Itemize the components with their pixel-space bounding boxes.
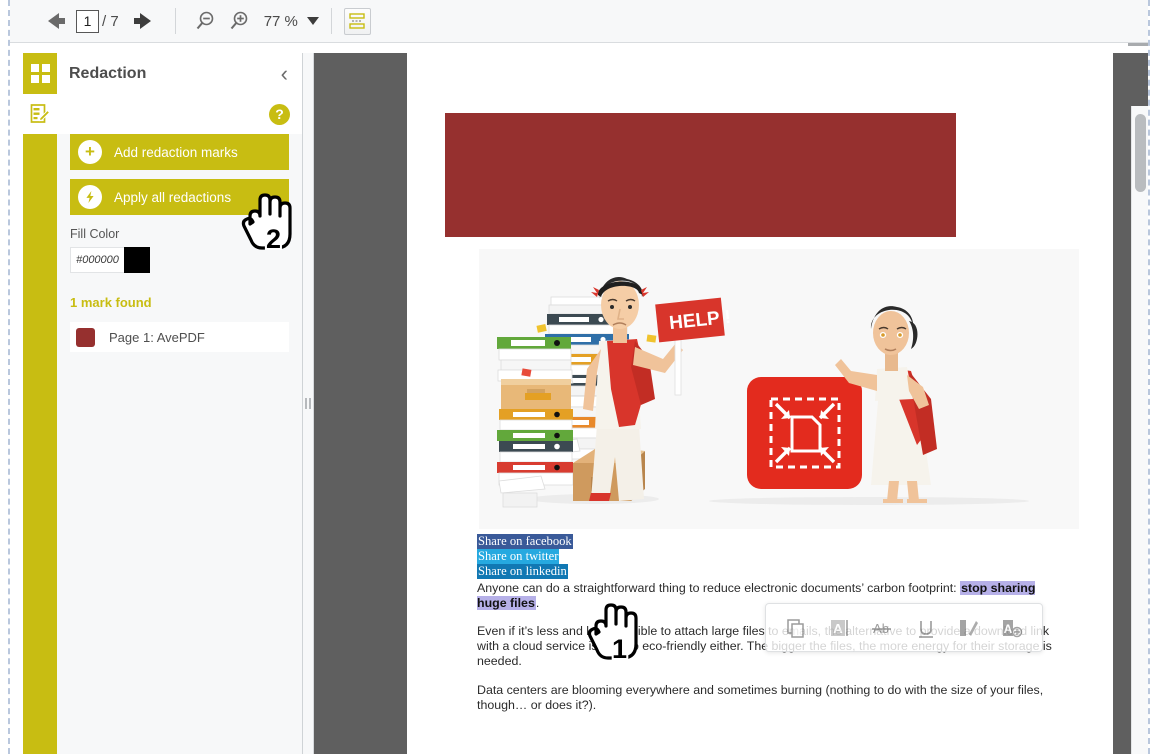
rail-background — [23, 134, 57, 754]
scrollbar-thumb[interactable] — [1135, 114, 1146, 192]
underline-icon[interactable] — [908, 610, 944, 646]
copy-icon[interactable] — [778, 610, 814, 646]
toolbar-divider-1 — [174, 8, 176, 34]
bolt-circle-icon — [78, 185, 102, 209]
help-icon[interactable]: ? — [269, 103, 290, 125]
zoom-level-label[interactable]: 77 % — [264, 13, 298, 30]
scrollbar-top-nub — [1128, 43, 1148, 46]
plus-circle-icon: + — [78, 140, 102, 164]
mark-label: Page 1: AvePDF — [109, 329, 205, 345]
capture-edge-right — [1148, 0, 1150, 754]
magnifier-plus-icon — [230, 11, 247, 30]
page-total-label: / 7 — [102, 12, 119, 30]
apply-all-redactions-button[interactable]: Apply all redactions — [70, 179, 289, 215]
fill-color-value[interactable]: #000000 — [70, 247, 124, 273]
share-links: Share on facebook Share on twitter Share… — [477, 534, 1057, 580]
panel-help-row: ? — [57, 94, 302, 134]
add-redaction-marks-button[interactable]: + Add redaction marks — [70, 134, 289, 170]
app-root: / 7 — [0, 0, 1166, 754]
text-annotation-toolbar[interactable]: A Ab A — [765, 603, 1043, 652]
viewer-toolbar: / 7 — [10, 0, 1148, 43]
redaction-mark[interactable] — [445, 113, 956, 237]
zoom-group: 77 % — [188, 6, 319, 36]
fill-color-swatch[interactable] — [124, 247, 150, 273]
redaction-document-icon — [30, 104, 51, 123]
splitter-grip-icon — [305, 398, 311, 409]
toolbar-divider-2 — [330, 8, 332, 34]
add-redaction-marks-label: Add redaction marks — [114, 144, 238, 160]
mark-color-swatch — [76, 327, 95, 347]
chevron-down-icon[interactable] — [306, 17, 319, 25]
document-illustration: HELP ! — [479, 249, 1079, 529]
grid-icon — [30, 64, 50, 83]
svg-text:A: A — [833, 621, 843, 636]
apply-all-redactions-label: Apply all redactions — [114, 189, 232, 205]
share-twitter-link[interactable]: Share on twitter — [477, 549, 560, 564]
collapse-panel-button[interactable]: ‹ — [281, 62, 288, 85]
previous-page-button[interactable] — [36, 6, 70, 36]
panel-splitter[interactable] — [303, 53, 314, 754]
share-linkedin-link[interactable]: Share on linkedin — [477, 564, 568, 579]
pdf-viewer[interactable]: HELP ! Share on facebook Share on twitte… — [314, 53, 1148, 754]
magnifier-minus-icon — [196, 11, 213, 30]
fill-color-label: Fill Color — [70, 227, 120, 241]
zoom-out-button[interactable] — [188, 6, 222, 36]
squiggly-icon[interactable] — [951, 610, 987, 646]
paragraph-3: Data centers are blooming everywhere and… — [477, 682, 1044, 712]
illustration-svg: HELP ! — [479, 249, 1079, 529]
pdf-page-1[interactable]: HELP ! Share on facebook Share on twitte… — [407, 53, 1113, 754]
list-item[interactable]: Page 1: AvePDF — [70, 322, 289, 352]
capture-edge-left — [8, 0, 10, 754]
rail-item-thumbnails[interactable] — [23, 53, 57, 94]
fill-color-picker[interactable]: #000000 — [70, 247, 150, 273]
redact-icon[interactable]: A — [994, 610, 1030, 646]
next-page-button[interactable] — [129, 6, 163, 36]
fit-page-icon — [349, 13, 366, 29]
viewer-scrollbar[interactable] — [1131, 106, 1148, 754]
strikethrough-icon[interactable]: Ab — [864, 610, 900, 646]
arrow-right-icon — [134, 13, 152, 29]
paragraph-1-after: . — [535, 595, 540, 610]
fit-page-button[interactable] — [343, 7, 371, 35]
arrow-left-icon — [47, 13, 65, 29]
page-nav-group: / 7 — [36, 6, 163, 36]
panel-header: Redaction ‹ — [57, 53, 302, 94]
highlight-icon[interactable]: A — [821, 610, 857, 646]
zoom-in-button[interactable] — [222, 6, 256, 36]
marks-found-label: 1 mark found — [70, 295, 152, 310]
share-facebook-link[interactable]: Share on facebook — [477, 534, 573, 549]
paragraph-1-before: Anyone can do a straightforward thing to… — [477, 580, 961, 595]
panel-body: + Add redaction marks Apply all redactio… — [57, 134, 302, 352]
svg-text:A: A — [1004, 622, 1013, 636]
redaction-panel: Redaction ‹ ? + Add redaction marks Appl… — [57, 53, 303, 754]
page-number-input[interactable] — [76, 9, 99, 33]
page-title: Redaction — [69, 64, 147, 82]
rail-item-redaction[interactable] — [23, 94, 57, 134]
